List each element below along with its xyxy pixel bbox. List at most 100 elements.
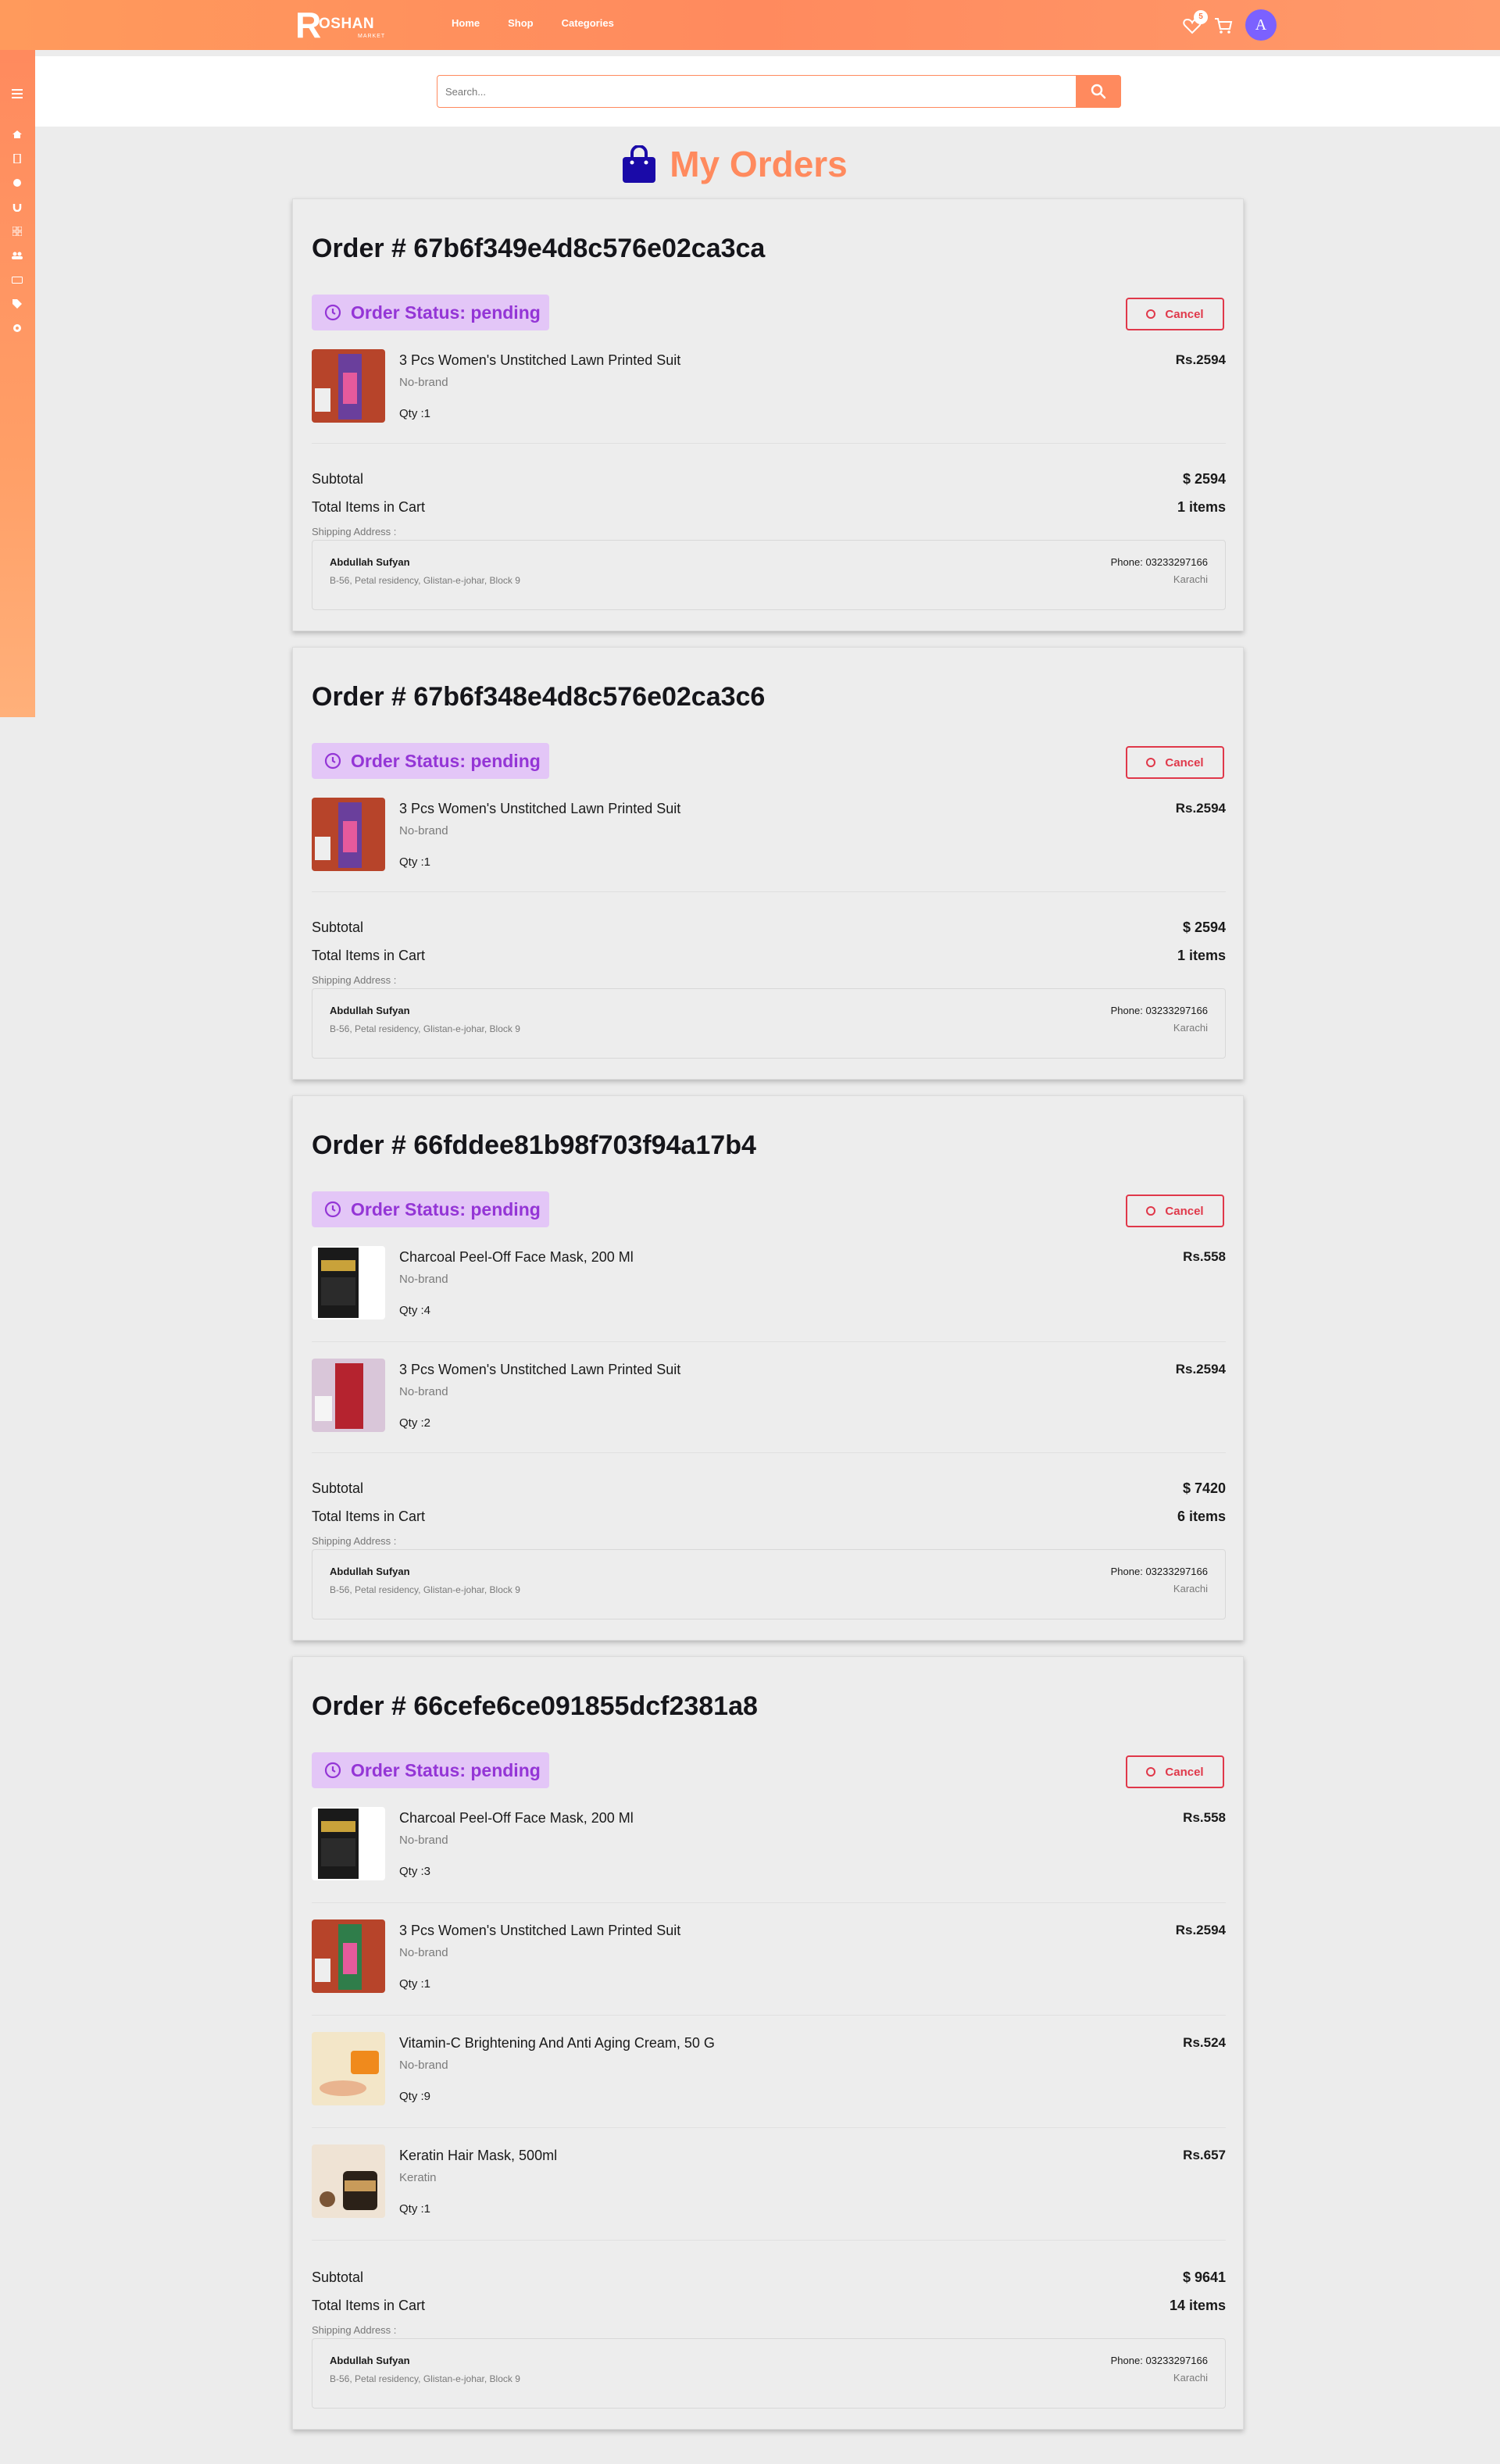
user-avatar[interactable]: A (1245, 9, 1277, 41)
product-brand: No-brand (399, 376, 448, 389)
cancel-label: Cancel (1165, 755, 1204, 770)
top-navbar: R OSHAN MARKET Home Shop Categories 5 A (0, 0, 1500, 50)
product-thumbnail[interactable] (312, 1246, 385, 1319)
product-name[interactable]: Charcoal Peel-Off Face Mask, 200 Ml (399, 1249, 634, 1266)
product-quantity: Qty :3 (399, 1865, 431, 1878)
city: Karachi (1173, 573, 1208, 585)
divider (312, 2015, 1226, 2016)
total-items-label: Total Items in Cart (312, 2298, 426, 2313)
divider (312, 443, 1226, 444)
ticket-icon[interactable] (9, 272, 25, 287)
cancel-order-button[interactable]: Cancel (1126, 746, 1224, 779)
product-brand: No-brand (399, 824, 448, 837)
recipient-name: Abdullah Sufyan (330, 1005, 410, 1016)
cancel-order-button[interactable]: Cancel (1126, 298, 1224, 330)
product-thumbnail[interactable] (312, 1807, 385, 1880)
product-name[interactable]: Vitamin-C Brightening And Anti Aging Cre… (399, 2035, 715, 2052)
phone-number: Phone: 03233297166 (1110, 2355, 1208, 2366)
order-id: Order # 66fddee81b98f703f94a17b4 (312, 1130, 756, 1160)
menu-icon[interactable] (9, 86, 25, 102)
product-name[interactable]: 3 Pcs Women's Unstitched Lawn Printed Su… (399, 1362, 680, 1378)
product-price: Rs.657 (1183, 2148, 1226, 2162)
product-name[interactable]: 3 Pcs Women's Unstitched Lawn Printed Su… (399, 352, 680, 369)
nav-actions: 5 A (1181, 9, 1277, 41)
product-quantity: Qty :1 (399, 2202, 431, 2216)
product-brand: No-brand (399, 2059, 448, 2072)
product-name[interactable]: Keratin Hair Mask, 500ml (399, 2148, 557, 2164)
total-items-value: 14 items (1169, 2298, 1226, 2313)
cancel-order-button[interactable]: Cancel (1126, 1755, 1224, 1788)
product-thumbnail[interactable] (312, 1359, 385, 1432)
order-status-text: Order Status: pending (351, 750, 541, 771)
address-line: B-56, Petal residency, Glistan-e-johar, … (330, 2373, 520, 2384)
total-items-row: Total Items in Cart 1 items (312, 499, 1226, 516)
subtotal-row: Subtotal $ 9641 (312, 2269, 1226, 2286)
home-icon[interactable] (9, 127, 25, 142)
subtotal-value: $ 2594 (1182, 920, 1226, 935)
nav-link-home[interactable]: Home (452, 17, 480, 29)
wishlist-button[interactable]: 5 (1181, 10, 1208, 37)
cancel-label: Cancel (1165, 1204, 1204, 1218)
shipping-address-box: Abdullah Sufyan B-56, Petal residency, G… (312, 2338, 1226, 2409)
settings-icon[interactable] (9, 320, 25, 336)
order-item: Charcoal Peel-Off Face Mask, 200 Ml No-b… (312, 1246, 1226, 1340)
order-item: 3 Pcs Women's Unstitched Lawn Printed Su… (312, 798, 1226, 891)
order-item: Charcoal Peel-Off Face Mask, 200 Ml No-b… (312, 1807, 1226, 1901)
cancel-icon (1146, 309, 1156, 319)
product-price: Rs.2594 (1175, 801, 1226, 816)
product-quantity: Qty :1 (399, 407, 431, 420)
product-price: Rs.2594 (1175, 1362, 1226, 1377)
product-price: Rs.2594 (1175, 1923, 1226, 1937)
search-bar (437, 75, 1121, 108)
cancel-order-button[interactable]: Cancel (1126, 1195, 1224, 1227)
phone-number: Phone: 03233297166 (1110, 556, 1208, 568)
order-card: Order # 66fddee81b98f703f94a17b4 Order S… (292, 1095, 1244, 1641)
search-icon (1091, 84, 1106, 99)
product-name[interactable]: Charcoal Peel-Off Face Mask, 200 Ml (399, 1810, 634, 1827)
nav-link-categories[interactable]: Categories (562, 17, 614, 29)
order-card: Order # 67b6f349e4d8c576e02ca3ca Order S… (292, 198, 1244, 631)
subtotal-value: $ 7420 (1182, 1480, 1226, 1496)
product-thumbnail[interactable] (312, 2032, 385, 2105)
nav-link-shop[interactable]: Shop (508, 17, 534, 29)
logo-subtext: MARKET (358, 34, 386, 39)
address-line: B-56, Petal residency, Glistan-e-johar, … (330, 1584, 520, 1595)
divider (312, 2240, 1226, 2241)
page-title: My Orders (670, 144, 848, 184)
users-icon[interactable] (9, 248, 25, 263)
clock-icon (324, 1201, 341, 1218)
divider (312, 1341, 1226, 1342)
wishlist-count-badge: 5 (1194, 10, 1208, 24)
order-id: Order # 66cefe6ce091855dcf2381a8 (312, 1691, 758, 1721)
cancel-label: Cancel (1165, 307, 1204, 321)
product-brand: No-brand (399, 1834, 448, 1847)
product-name[interactable]: 3 Pcs Women's Unstitched Lawn Printed Su… (399, 801, 680, 817)
order-item: 3 Pcs Women's Unstitched Lawn Printed Su… (312, 1919, 1226, 2013)
subtotal-label: Subtotal (312, 2269, 364, 2285)
cancel-icon (1146, 1767, 1156, 1777)
recipient-name: Abdullah Sufyan (330, 556, 410, 568)
shipping-address-label: Shipping Address : (312, 526, 397, 537)
product-name[interactable]: 3 Pcs Women's Unstitched Lawn Printed Su… (399, 1923, 680, 1939)
magnet-icon[interactable] (9, 199, 25, 215)
product-brand: No-brand (399, 1946, 448, 1959)
total-items-row: Total Items in Cart 6 items (312, 1509, 1226, 1525)
product-thumbnail[interactable] (312, 349, 385, 423)
tag-icon[interactable] (9, 296, 25, 312)
site-logo[interactable]: R OSHAN MARKET (295, 7, 405, 43)
order-status-badge: Order Status: pending (312, 743, 549, 779)
order-status-badge: Order Status: pending (312, 1191, 549, 1227)
search-button[interactable] (1076, 75, 1121, 108)
grid-icon[interactable] (9, 223, 25, 239)
product-brand: No-brand (399, 1273, 448, 1286)
search-input[interactable] (445, 76, 1070, 107)
city: Karachi (1173, 1022, 1208, 1034)
product-brand: Keratin (399, 2171, 437, 2184)
cart-button[interactable] (1212, 13, 1236, 37)
product-thumbnail[interactable] (312, 1919, 385, 1993)
recipient-name: Abdullah Sufyan (330, 1566, 410, 1577)
product-thumbnail[interactable] (312, 798, 385, 871)
product-thumbnail[interactable] (312, 2144, 385, 2218)
total-items-label: Total Items in Cart (312, 948, 426, 963)
divider (312, 891, 1226, 892)
